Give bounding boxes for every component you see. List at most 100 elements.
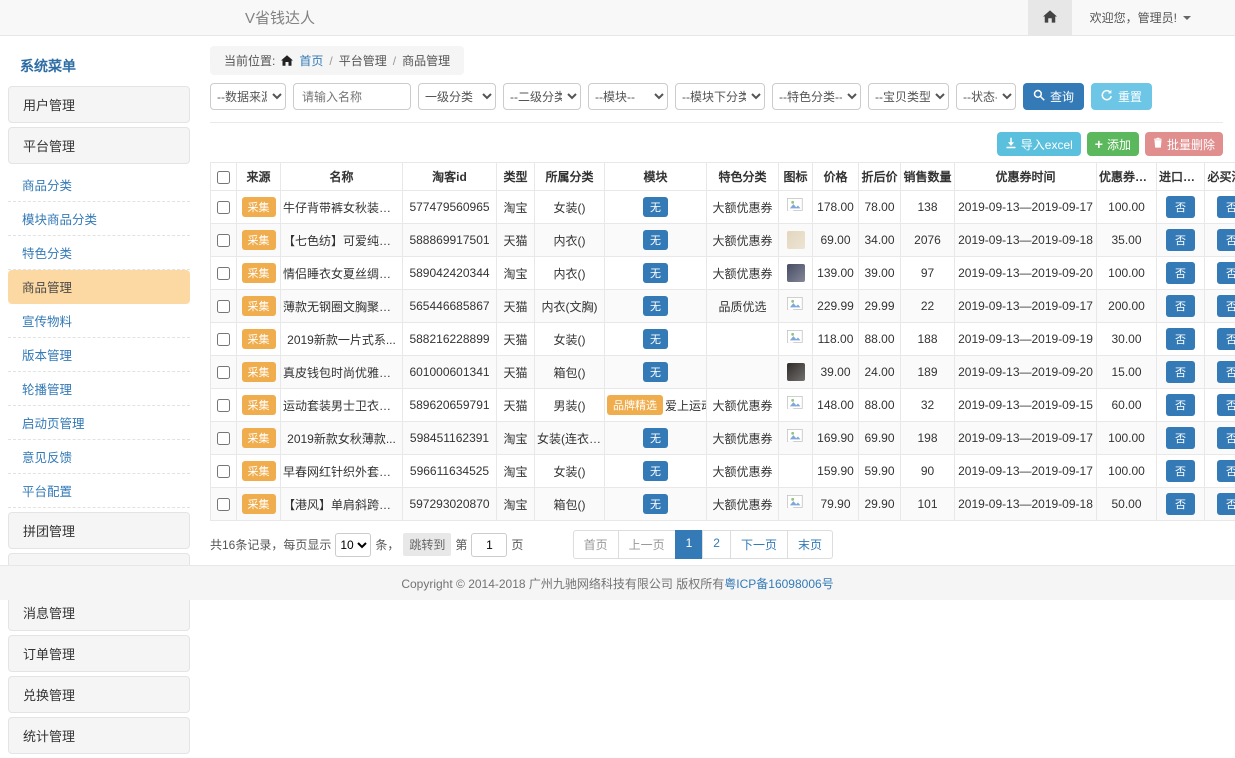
sidebar-item[interactable]: 商品管理	[8, 270, 190, 304]
table-row: 采集牛仔背带裤女秋装减龄...577479560965淘宝女装()无大额优惠券1…	[211, 191, 1235, 224]
filter-name[interactable]	[293, 83, 411, 110]
row-checkbox[interactable]	[217, 234, 230, 247]
product-type: 天猫	[497, 389, 535, 422]
must-buy-toggle[interactable]: 否	[1217, 295, 1235, 317]
row-checkbox[interactable]	[217, 267, 230, 280]
pagination-buttons: 首页上一页12下一页末页	[573, 530, 833, 559]
discount-price: 24.00	[859, 356, 901, 389]
row-checkbox[interactable]	[217, 300, 230, 313]
filter-data-source[interactable]: --数据来源--	[210, 83, 286, 110]
import-select-toggle[interactable]: 否	[1166, 328, 1195, 350]
taoke-id: 588869917501	[403, 224, 497, 257]
sidebar-item[interactable]: 版本管理	[8, 338, 190, 372]
source-badge: 采集	[242, 362, 276, 382]
import-select-toggle[interactable]: 否	[1166, 427, 1195, 449]
filter-item-type[interactable]: --宝贝类型--	[868, 83, 949, 110]
page-button[interactable]: 上一页	[618, 530, 676, 559]
column-header: 必买清单	[1205, 163, 1235, 191]
product-name: 运动套装男士卫衣初秋...	[281, 389, 403, 422]
must-buy-toggle[interactable]: 否	[1217, 262, 1235, 284]
sidebar-item[interactable]: 意见反馈	[8, 440, 190, 474]
row-checkbox[interactable]	[217, 201, 230, 214]
sidebar-item[interactable]: 启动页管理	[8, 406, 190, 440]
sidebar-item[interactable]: 宣传物料	[8, 304, 190, 338]
icon-cell	[779, 455, 813, 488]
icon-cell	[779, 323, 813, 356]
import-select-toggle[interactable]: 否	[1166, 361, 1195, 383]
page-button[interactable]: 2	[702, 530, 731, 559]
import-excel-button[interactable]: 导入excel	[997, 132, 1081, 156]
filter-status[interactable]: --状态--	[956, 83, 1016, 110]
broken-image-icon	[787, 499, 804, 513]
price: 79.90	[813, 488, 859, 521]
table-row: 采集运动套装男士卫衣初秋...589620659791天猫男装()品牌精选爱上运…	[211, 389, 1235, 422]
sales-count: 198	[901, 422, 955, 455]
add-button[interactable]: + 添加	[1087, 132, 1139, 156]
must-buy-toggle[interactable]: 否	[1217, 196, 1235, 218]
module-cell: 无	[605, 422, 707, 455]
page-button[interactable]: 末页	[787, 530, 833, 559]
home-button[interactable]	[1028, 0, 1072, 35]
page-button[interactable]: 下一页	[730, 530, 788, 559]
plus-icon: +	[1095, 137, 1103, 151]
sidebar-item[interactable]: 商品分类	[8, 168, 190, 202]
sidebar-group[interactable]: 兑换管理	[8, 676, 190, 713]
row-checkbox[interactable]	[217, 498, 230, 511]
batch-delete-button[interactable]: 批量删除	[1145, 132, 1223, 156]
import-select-toggle[interactable]: 否	[1166, 295, 1195, 317]
filter-module-subcategory[interactable]: --模块下分类--	[675, 83, 765, 110]
feature-category	[707, 356, 779, 389]
sidebar-group[interactable]: 统计管理	[8, 717, 190, 754]
reset-button[interactable]: 重置	[1091, 83, 1152, 110]
sidebar-group[interactable]: 平台管理	[8, 127, 190, 164]
product-name: 早春网红针织外套女春...	[281, 455, 403, 488]
user-menu[interactable]: 欢迎您，管理员!	[1072, 9, 1235, 26]
page-button[interactable]: 首页	[573, 530, 619, 559]
must-buy-toggle[interactable]: 否	[1217, 460, 1235, 482]
sidebar-item[interactable]: 平台配置	[8, 474, 190, 508]
filter-level2-category[interactable]: --二级分类--	[503, 83, 581, 110]
filter-level1-category[interactable]: 一级分类	[418, 83, 496, 110]
row-checkbox[interactable]	[217, 432, 230, 445]
jump-page-input[interactable]	[471, 533, 507, 557]
page-button[interactable]: 1	[675, 530, 704, 559]
must-buy-toggle[interactable]: 否	[1217, 328, 1235, 350]
row-checkbox[interactable]	[217, 333, 230, 346]
select-all-checkbox[interactable]	[217, 171, 230, 184]
sidebar-item[interactable]: 模块商品分类	[8, 202, 190, 236]
row-checkbox[interactable]	[217, 399, 230, 412]
sidebar-group[interactable]: 订单管理	[8, 635, 190, 672]
jump-button[interactable]: 跳转到	[403, 533, 451, 556]
table-row: 采集情侣睡衣女夏丝绸男士...589042420344淘宝内衣()无大额优惠券1…	[211, 257, 1235, 290]
feature-category: 大额优惠券	[707, 191, 779, 224]
import-select-toggle[interactable]: 否	[1166, 196, 1195, 218]
must-buy-toggle[interactable]: 否	[1217, 229, 1235, 251]
import-select-toggle[interactable]: 否	[1166, 229, 1195, 251]
taoke-id: 598451162391	[403, 422, 497, 455]
must-buy-toggle[interactable]: 否	[1217, 394, 1235, 416]
table-panel: 导入excel + 添加 批量删除	[210, 122, 1223, 559]
row-checkbox[interactable]	[217, 465, 230, 478]
sidebar-group[interactable]: 用户管理	[8, 86, 190, 123]
icp-link[interactable]: 粤ICP备16098006号	[724, 575, 833, 592]
search-button[interactable]: 查询	[1023, 83, 1084, 110]
coupon-amount: 100.00	[1097, 455, 1157, 488]
module-badge: 无	[643, 263, 668, 283]
filter-module[interactable]: --模块--	[588, 83, 668, 110]
import-select-toggle[interactable]: 否	[1166, 394, 1195, 416]
row-checkbox[interactable]	[217, 366, 230, 379]
import-select-toggle[interactable]: 否	[1166, 460, 1195, 482]
sidebar-item[interactable]: 特色分类	[8, 236, 190, 270]
breadcrumb-home-link[interactable]: 首页	[299, 52, 323, 69]
icon-cell	[779, 488, 813, 521]
must-buy-toggle[interactable]: 否	[1217, 361, 1235, 383]
sidebar-group[interactable]: 拼团管理	[8, 512, 190, 549]
sales-count: 189	[901, 356, 955, 389]
import-select-toggle[interactable]: 否	[1166, 493, 1195, 515]
per-page-select[interactable]: 10	[335, 533, 371, 557]
sidebar-item[interactable]: 轮播管理	[8, 372, 190, 406]
filter-feature-category[interactable]: --特色分类--	[772, 83, 861, 110]
import-select-toggle[interactable]: 否	[1166, 262, 1195, 284]
must-buy-toggle[interactable]: 否	[1217, 427, 1235, 449]
must-buy-toggle[interactable]: 否	[1217, 493, 1235, 515]
